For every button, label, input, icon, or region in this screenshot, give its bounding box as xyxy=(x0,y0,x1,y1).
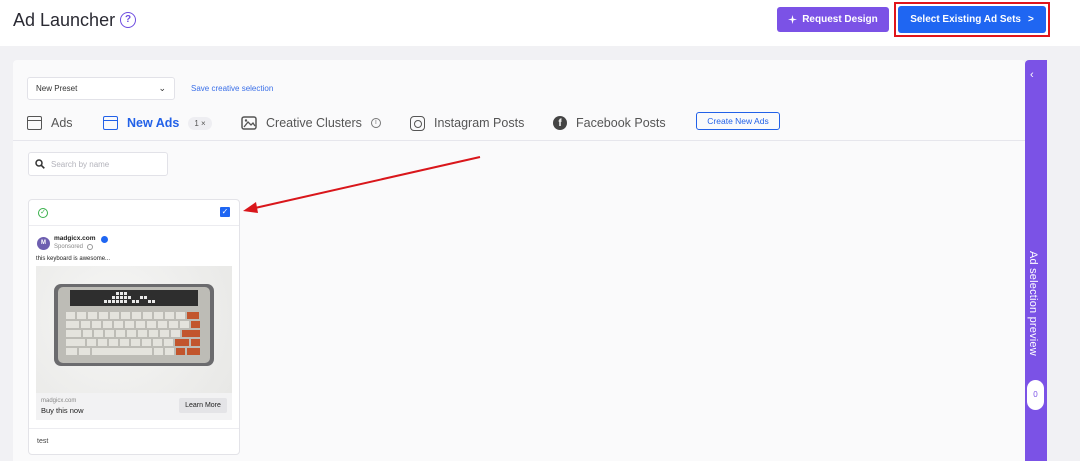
ad-headline: Buy this now xyxy=(41,406,84,415)
new-ads-count-badge[interactable]: 1 × xyxy=(188,116,212,130)
ad-card-header: ✓ ✓ xyxy=(29,200,239,226)
ad-domain: madgicx.com xyxy=(41,398,77,404)
request-design-button[interactable]: Request Design xyxy=(777,7,889,32)
right-gutter xyxy=(1047,46,1080,461)
ad-select-checkbox[interactable]: ✓ xyxy=(220,207,230,217)
verified-icon xyxy=(101,236,108,243)
select-existing-ad-sets-label: Select Existing Ad Sets xyxy=(910,14,1021,25)
info-icon[interactable]: i xyxy=(370,118,381,128)
ad-image-keyboard xyxy=(36,266,232,393)
sparkle-icon xyxy=(788,15,798,24)
check-circle-icon: ✓ xyxy=(38,208,48,218)
tab-ads[interactable]: Ads xyxy=(27,114,73,132)
ad-selection-preview-label: Ad selection preview xyxy=(1027,251,1039,356)
tab-ads-label: Ads xyxy=(51,116,73,130)
tab-new-ads[interactable]: New Ads 1 × xyxy=(103,114,212,132)
globe-icon xyxy=(87,244,93,250)
preset-value: New Preset xyxy=(36,84,78,93)
search-input[interactable] xyxy=(51,159,151,169)
ad-card[interactable]: ✓ ✓ M madgicx.com Sponsored this keyboar… xyxy=(28,199,240,455)
page-title: Ad Launcher xyxy=(13,10,116,30)
instagram-icon xyxy=(410,115,425,131)
select-existing-ad-sets-button[interactable]: Select Existing Ad Sets > xyxy=(898,6,1046,33)
ad-name: test xyxy=(37,438,49,445)
window-icon xyxy=(103,116,118,130)
tab-creative-clusters-label: Creative Clusters xyxy=(266,116,362,130)
chevron-down-icon: ⌄ xyxy=(158,83,166,93)
create-new-ads-button[interactable]: Create New Ads xyxy=(696,112,780,130)
card-divider xyxy=(29,428,239,429)
preset-select[interactable]: New Preset ⌄ xyxy=(27,77,175,100)
top-bar: Ad Launcher ? Request Design Select Exis… xyxy=(0,0,1080,46)
tabs-divider xyxy=(13,140,1025,141)
image-gallery-icon xyxy=(241,116,257,130)
request-design-label: Request Design xyxy=(802,14,878,25)
chevron-left-icon[interactable]: ‹ xyxy=(1030,69,1034,81)
keyboard-illustration xyxy=(54,284,214,366)
tab-instagram-posts[interactable]: Instagram Posts xyxy=(410,114,524,132)
learn-more-button[interactable]: Learn More xyxy=(179,398,227,413)
ad-selection-panel: New Preset ⌄ Save creative selection Ads… xyxy=(13,60,1025,461)
tab-creative-clusters[interactable]: Creative Clusters i xyxy=(241,114,381,132)
help-icon[interactable]: ? xyxy=(120,12,136,28)
ad-primary-text: this keyboard is awesome... xyxy=(36,256,111,262)
tab-new-ads-label: New Ads xyxy=(127,116,180,130)
search-box[interactable] xyxy=(28,152,168,176)
tab-facebook-posts[interactable]: f Facebook Posts xyxy=(553,114,666,132)
tab-instagram-posts-label: Instagram Posts xyxy=(434,116,525,130)
window-icon xyxy=(27,116,42,130)
sponsored-label: Sponsored xyxy=(54,244,84,250)
search-icon xyxy=(35,159,45,169)
chevron-right-icon: > xyxy=(1027,14,1034,25)
ad-page-name: madgicx.com xyxy=(54,235,96,242)
save-creative-selection-link[interactable]: Save creative selection xyxy=(191,84,273,93)
avatar: M xyxy=(37,237,50,250)
facebook-icon: f xyxy=(553,116,567,130)
tab-facebook-posts-label: Facebook Posts xyxy=(576,116,666,130)
ad-link-footer: madgicx.com Buy this now Learn More xyxy=(36,393,232,420)
selection-count-badge: 0 xyxy=(1027,380,1044,410)
ad-selection-preview-panel[interactable]: ‹ Ad selection preview 0 xyxy=(1025,60,1047,461)
